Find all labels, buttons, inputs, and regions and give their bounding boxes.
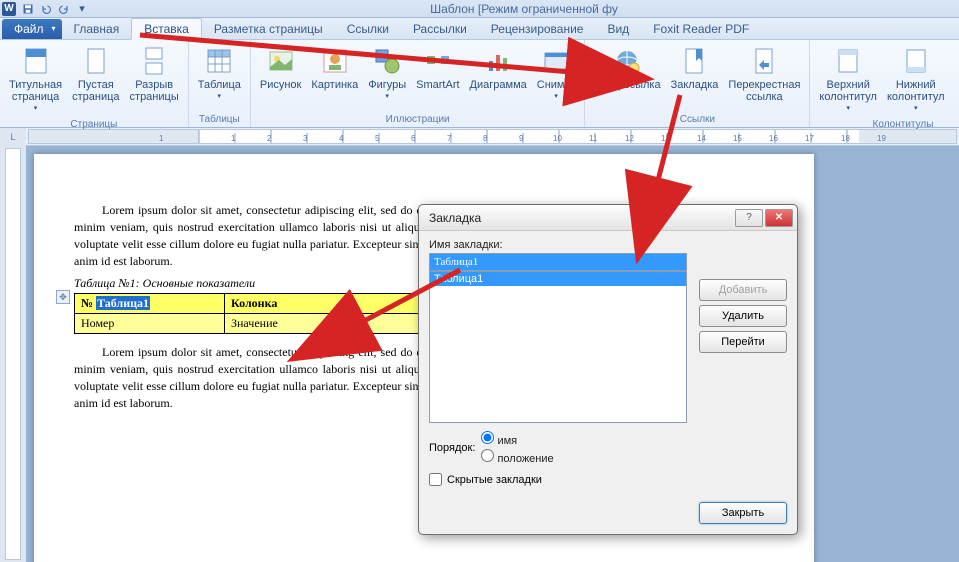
smartart-button[interactable]: SmartArt bbox=[411, 42, 464, 106]
bookmark-name-input[interactable] bbox=[429, 253, 687, 271]
svg-text:7: 7 bbox=[447, 134, 452, 143]
order-position-radio[interactable]: положение bbox=[481, 449, 553, 465]
tab-view[interactable]: Вид bbox=[595, 19, 641, 39]
dialog-help-button[interactable]: ? bbox=[735, 209, 763, 227]
shapes-button[interactable]: Фигуры bbox=[363, 42, 411, 106]
tab-foxit[interactable]: Foxit Reader PDF bbox=[641, 19, 761, 39]
tab-mailings[interactable]: Рассылки bbox=[401, 19, 479, 39]
order-label: Порядок: bbox=[429, 442, 475, 454]
qat-undo[interactable] bbox=[37, 1, 55, 17]
qat-save[interactable] bbox=[19, 1, 37, 17]
bookmark-list-item[interactable]: Таблица1 bbox=[430, 272, 686, 286]
table-button[interactable]: Таблица bbox=[193, 42, 246, 106]
svg-text:19: 19 bbox=[877, 134, 886, 143]
goto-button[interactable]: Перейти bbox=[699, 331, 787, 353]
delete-button[interactable]: Удалить bbox=[699, 305, 787, 327]
group-title-tables: Таблицы bbox=[193, 113, 246, 127]
close-button[interactable]: Закрыть bbox=[699, 502, 787, 524]
ribbon: Титульная страница Пустая страница Разры… bbox=[0, 40, 959, 128]
table-cell[interactable]: Номер bbox=[75, 314, 225, 334]
ruler-area: L 112345678910111213141516171819 bbox=[0, 128, 959, 146]
qat-redo[interactable] bbox=[55, 1, 73, 17]
word-icon: W bbox=[2, 2, 16, 16]
order-name-radio[interactable]: имя bbox=[481, 431, 553, 447]
footer-button[interactable]: Нижний колонтитул bbox=[882, 42, 950, 118]
svg-text:1: 1 bbox=[159, 134, 164, 143]
svg-text:6: 6 bbox=[411, 134, 416, 143]
hidden-bookmarks-checkbox[interactable] bbox=[429, 473, 442, 486]
svg-text:1: 1 bbox=[231, 134, 236, 143]
tab-page-layout[interactable]: Разметка страницы bbox=[202, 19, 335, 39]
ruler-corner[interactable]: L bbox=[0, 128, 26, 146]
tab-references[interactable]: Ссылки bbox=[335, 19, 401, 39]
table-header-cell[interactable]: № Таблица1 bbox=[75, 294, 225, 314]
blank-page-button[interactable]: Пустая страница bbox=[67, 42, 124, 118]
svg-text:13: 13 bbox=[661, 134, 670, 143]
svg-text:17: 17 bbox=[805, 134, 814, 143]
group-title-illustrations: Иллюстрации bbox=[255, 113, 581, 127]
hidden-bookmarks-label: Скрытые закладки bbox=[447, 474, 542, 486]
svg-text:4: 4 bbox=[339, 134, 344, 143]
hyperlink-button[interactable]: Гиперссылка bbox=[589, 42, 665, 106]
dialog-titlebar[interactable]: Закладка ? ✕ bbox=[419, 205, 797, 231]
picture-button[interactable]: Рисунок bbox=[255, 42, 307, 106]
table-move-handle[interactable]: ✥ bbox=[56, 290, 70, 304]
svg-text:8: 8 bbox=[483, 134, 488, 143]
selected-text[interactable]: Таблица1 bbox=[96, 296, 150, 310]
header-button[interactable]: Верхний колонтитул bbox=[814, 42, 882, 118]
tab-review[interactable]: Рецензирование bbox=[479, 19, 596, 39]
horizontal-ruler[interactable]: 112345678910111213141516171819 bbox=[28, 129, 957, 144]
group-tables: Таблица Таблицы bbox=[189, 40, 251, 127]
vertical-ruler[interactable] bbox=[0, 146, 26, 562]
tab-insert[interactable]: Вставка bbox=[131, 18, 202, 40]
chart-button[interactable]: Диаграмма bbox=[465, 42, 532, 106]
bookmark-dialog[interactable]: Закладка ? ✕ Имя закладки: Таблица1 Доба… bbox=[418, 204, 798, 535]
svg-text:12: 12 bbox=[625, 134, 634, 143]
page-number-button[interactable]: #Но ст bbox=[950, 42, 959, 118]
svg-text:11: 11 bbox=[589, 134, 598, 143]
group-links: Гиперссылка Закладка Перекрестная ссылка… bbox=[585, 40, 810, 127]
tab-home[interactable]: Главная bbox=[62, 19, 132, 39]
svg-text:16: 16 bbox=[769, 134, 778, 143]
tab-file[interactable]: Файл bbox=[2, 19, 62, 39]
title-bar: W ▾ Шаблон [Режим ограниченной фу bbox=[0, 0, 959, 18]
page-break-button[interactable]: Разрыв страницы bbox=[125, 42, 184, 118]
bookmark-list[interactable]: Таблица1 bbox=[429, 271, 687, 423]
svg-text:2: 2 bbox=[267, 134, 272, 143]
svg-text:14: 14 bbox=[697, 134, 706, 143]
bookmark-name-label: Имя закладки: bbox=[429, 239, 503, 251]
clipart-button[interactable]: Картинка bbox=[306, 42, 363, 106]
cross-reference-button[interactable]: Перекрестная ссылка bbox=[723, 42, 805, 106]
svg-text:10: 10 bbox=[553, 134, 562, 143]
dialog-title: Закладка bbox=[429, 211, 733, 225]
svg-text:15: 15 bbox=[733, 134, 742, 143]
svg-text:3: 3 bbox=[303, 134, 308, 143]
group-pages: Титульная страница Пустая страница Разры… bbox=[0, 40, 189, 127]
group-title-links: Ссылки bbox=[589, 113, 805, 127]
group-illustrations: Рисунок Картинка Фигуры SmartArt Диаграм… bbox=[251, 40, 586, 127]
dialog-close-button[interactable]: ✕ bbox=[765, 209, 793, 227]
svg-text:9: 9 bbox=[519, 134, 524, 143]
add-button[interactable]: Добавить bbox=[699, 279, 787, 301]
cover-page-button[interactable]: Титульная страница bbox=[4, 42, 67, 118]
screenshot-button[interactable]: Снимок bbox=[532, 42, 581, 106]
bookmark-button[interactable]: Закладка bbox=[666, 42, 724, 106]
ribbon-tabs: Файл Главная Вставка Разметка страницы С… bbox=[0, 18, 959, 40]
svg-text:5: 5 bbox=[375, 134, 380, 143]
group-header-footer: Верхний колонтитул Нижний колонтитул #Но… bbox=[810, 40, 959, 127]
window-title: Шаблон [Режим ограниченной фу bbox=[91, 2, 957, 16]
qat-customize[interactable]: ▾ bbox=[73, 1, 91, 17]
svg-text:18: 18 bbox=[841, 134, 850, 143]
